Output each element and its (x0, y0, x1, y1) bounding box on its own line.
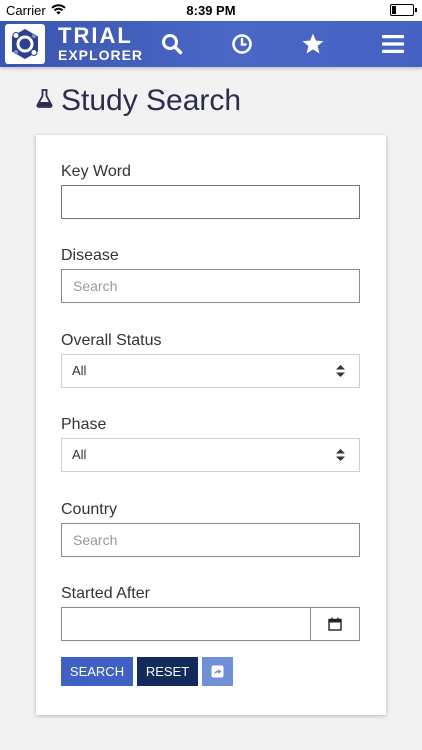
logo-icon[interactable] (5, 24, 45, 64)
share-icon (211, 665, 224, 678)
phase-select[interactable]: All (61, 438, 360, 472)
disease-input[interactable]: Search (61, 269, 360, 303)
select-arrows-icon (336, 449, 345, 461)
top-navbar: TRIAL EXPLORER (0, 21, 422, 67)
status-bar: Carrier 8:39 PM (0, 0, 422, 21)
reset-button[interactable]: RESET (137, 657, 198, 686)
overall-status-select[interactable]: All (61, 354, 360, 388)
started-after-label: Started After (61, 585, 150, 602)
history-clock-icon[interactable] (229, 31, 255, 57)
overall-status-label: Overall Status (61, 332, 162, 349)
phase-label: Phase (61, 416, 107, 433)
hamburger-menu-icon[interactable] (380, 31, 406, 57)
brand-subtitle: EXPLORER (58, 47, 144, 63)
country-label: Country (61, 501, 118, 518)
search-button[interactable]: SEARCH (61, 657, 133, 686)
keyword-input[interactable] (61, 185, 360, 219)
page-header: Study Search (36, 84, 241, 118)
keyword-label: Key Word (61, 163, 131, 180)
brand-wordmark[interactable]: TRIAL EXPLORER (58, 23, 144, 63)
star-icon[interactable] (300, 31, 326, 57)
search-form-card: Key Word Disease Search Overall Status A… (36, 135, 386, 715)
disease-label: Disease (61, 247, 119, 264)
country-input[interactable]: Search (61, 523, 360, 557)
brand-title: TRIAL (58, 23, 133, 48)
share-button[interactable] (202, 657, 233, 686)
battery-icon (390, 4, 417, 16)
calendar-button[interactable] (310, 607, 360, 641)
flask-icon (36, 89, 53, 113)
clock-time: 8:39 PM (186, 3, 236, 18)
overall-status-value: All (72, 363, 87, 378)
select-arrows-icon (336, 365, 345, 377)
search-icon[interactable] (159, 31, 185, 57)
started-after-input[interactable] (61, 607, 311, 641)
phase-value: All (72, 447, 87, 462)
page-title: Study Search (61, 84, 242, 117)
calendar-icon (328, 617, 342, 631)
